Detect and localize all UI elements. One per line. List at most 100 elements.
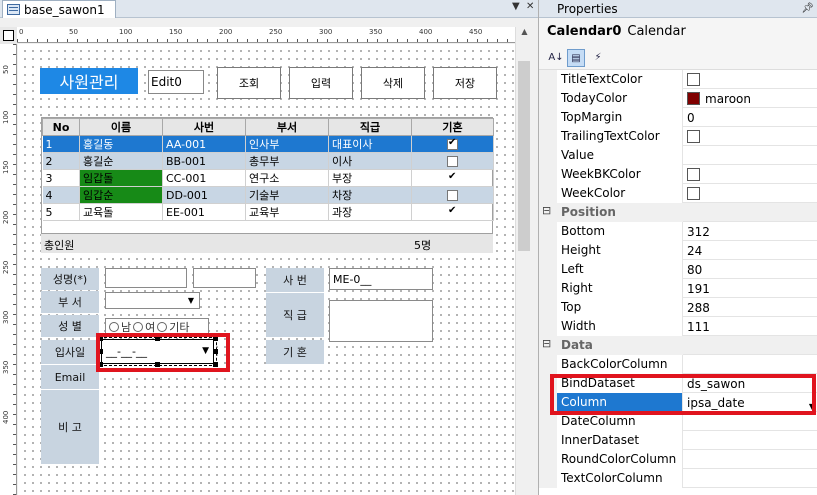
property-row[interactable]: Bottom 312 (539, 222, 817, 241)
property-row[interactable]: Value (539, 146, 817, 165)
grid-cell-id[interactable]: DD-001 (162, 186, 246, 204)
property-category[interactable]: Position (539, 203, 817, 222)
document-tab[interactable]: base_sawon1 (2, 0, 116, 18)
grid-cell-id[interactable]: CC-001 (162, 169, 246, 187)
property-grid[interactable]: TitleTextColor TodayColor maroon TopMargin 0… (539, 70, 817, 495)
grid-cell-id[interactable]: EE-001 (162, 203, 246, 221)
property-row[interactable]: TopMargin 0 (539, 108, 817, 127)
property-value[interactable] (684, 146, 817, 165)
grid-cell-rank[interactable]: 대표이사 (328, 135, 412, 153)
property-value[interactable] (684, 469, 817, 488)
rank-field[interactable] (329, 300, 433, 342)
property-category[interactable]: Data (539, 336, 817, 355)
grid-header-rank[interactable]: 직급 (328, 118, 412, 136)
property-value[interactable]: 288 (684, 298, 817, 317)
grid-cell-dept[interactable]: 기술부 (245, 186, 329, 204)
property-value[interactable] (684, 165, 817, 184)
grid-cell-name[interactable]: 홍길순 (79, 152, 163, 170)
grid-cell-married[interactable] (411, 135, 494, 153)
property-row[interactable]: Right 191 (539, 279, 817, 298)
property-row[interactable]: WeekBKColor (539, 165, 817, 184)
pin-icon[interactable]: 📌︎ (801, 0, 814, 18)
grid-cell-name[interactable]: 홍길동 (79, 135, 163, 153)
grid-header-id[interactable]: 사번 (162, 118, 246, 136)
categorized-icon[interactable]: ▤ (567, 49, 585, 67)
property-value[interactable]: 24 (684, 241, 817, 260)
property-row[interactable]: Height 24 (539, 241, 817, 260)
name-field-2[interactable] (193, 268, 256, 288)
property-row[interactable]: TextColorColumn (539, 469, 817, 488)
insert-button[interactable]: 입력 (289, 67, 353, 99)
grid-row[interactable]: 4 임갑순 DD-001 기술부 차장 (42, 186, 494, 204)
grid-row[interactable]: 5 교육돌 EE-001 교육부 과장 (42, 203, 494, 221)
radio-female[interactable] (133, 322, 144, 332)
property-value[interactable] (684, 127, 817, 146)
property-value[interactable]: 80 (684, 260, 817, 279)
grid-cell-id[interactable]: AA-001 (162, 135, 246, 153)
property-row[interactable]: Width 111 (539, 317, 817, 336)
property-value[interactable] (684, 431, 817, 450)
grid-header-married[interactable]: 기혼 (411, 118, 494, 136)
close-document-icon[interactable]: ✕ (526, 1, 534, 12)
grid-cell-rank[interactable]: 부장 (328, 169, 412, 187)
grid-cell-name[interactable]: 교육돌 (79, 203, 163, 221)
grid-header-no[interactable]: No (42, 118, 80, 136)
married-checkbox[interactable] (447, 137, 458, 150)
grid-cell-dept[interactable]: 총무부 (245, 152, 329, 170)
grid-cell-married[interactable] (411, 186, 494, 204)
radio-male[interactable] (109, 322, 119, 332)
name-field[interactable] (105, 268, 187, 288)
radio-other[interactable] (157, 322, 168, 332)
grid-cell-rank[interactable]: 과장 (328, 203, 412, 221)
grid-cell-rank[interactable]: 차장 (328, 186, 412, 204)
married-checkbox[interactable] (447, 205, 458, 218)
property-row[interactable]: WeekColor (539, 184, 817, 203)
scroll-up-arrow-icon[interactable]: ▲ (516, 27, 533, 43)
property-row[interactable]: Top 288 (539, 298, 817, 317)
property-value[interactable]: 111 (684, 317, 817, 336)
sort-alphabetical-icon[interactable]: A↓ (547, 49, 565, 67)
grid-cell-no[interactable]: 5 (42, 203, 80, 221)
property-value[interactable] (684, 355, 817, 374)
edit0-field[interactable]: Edit0 (148, 70, 204, 94)
grid-cell-dept[interactable]: 연구소 (245, 169, 329, 187)
grid-cell-name[interactable]: 임갑순 (79, 186, 163, 204)
collapse-icon[interactable] (539, 203, 557, 222)
dept-combo[interactable]: ▼ (105, 292, 200, 309)
grid-header-name[interactable]: 이름 (79, 118, 163, 136)
property-row[interactable]: Left 80 (539, 260, 817, 279)
grid-cell-married[interactable] (411, 152, 494, 170)
grid-cell-married[interactable] (411, 169, 494, 187)
scroll-thumb[interactable] (518, 61, 530, 251)
designer-vertical-scrollbar[interactable]: ▲ (515, 27, 532, 495)
grid-cell-no[interactable]: 1 (42, 135, 80, 153)
grid-cell-no[interactable]: 2 (42, 152, 80, 170)
tab-list-dropdown-icon[interactable]: ▼ (512, 1, 520, 12)
grid-cell-married[interactable] (411, 203, 494, 221)
property-row[interactable]: InnerDataset (539, 431, 817, 450)
property-value[interactable] (684, 184, 817, 203)
property-value[interactable]: 312 (684, 222, 817, 241)
events-icon[interactable]: ⚡ (589, 49, 607, 67)
grid-cell-dept[interactable]: 인사부 (245, 135, 329, 153)
grid-row[interactable]: 1 홍길동 AA-001 인사부 대표이사 (42, 135, 494, 153)
property-value[interactable]: 0 (684, 108, 817, 127)
grid-cell-name[interactable]: 임갑돌 (79, 169, 163, 187)
property-value[interactable]: maroon (684, 89, 817, 108)
property-value[interactable]: 191 (684, 279, 817, 298)
search-button[interactable]: 조회 (217, 67, 281, 99)
property-row[interactable]: TodayColor maroon (539, 89, 817, 108)
delete-button[interactable]: 삭제 (361, 67, 425, 99)
grid-cell-no[interactable]: 4 (42, 186, 80, 204)
grid-cell-no[interactable]: 3 (42, 169, 80, 187)
grid-row[interactable]: 2 홍길순 BB-001 총무부 이사 (42, 152, 494, 170)
married-checkbox[interactable] (447, 156, 458, 167)
grid-row[interactable]: 3 임갑돌 CC-001 연구소 부장 (42, 169, 494, 187)
grid-cell-dept[interactable]: 교육부 (245, 203, 329, 221)
grid-cell-id[interactable]: BB-001 (162, 152, 246, 170)
married-checkbox[interactable] (447, 190, 458, 201)
grid-cell-rank[interactable]: 이사 (328, 152, 412, 170)
property-row[interactable]: TitleTextColor (539, 70, 817, 89)
chevron-down-icon[interactable]: ▼ (185, 296, 197, 305)
property-value[interactable] (684, 450, 817, 469)
